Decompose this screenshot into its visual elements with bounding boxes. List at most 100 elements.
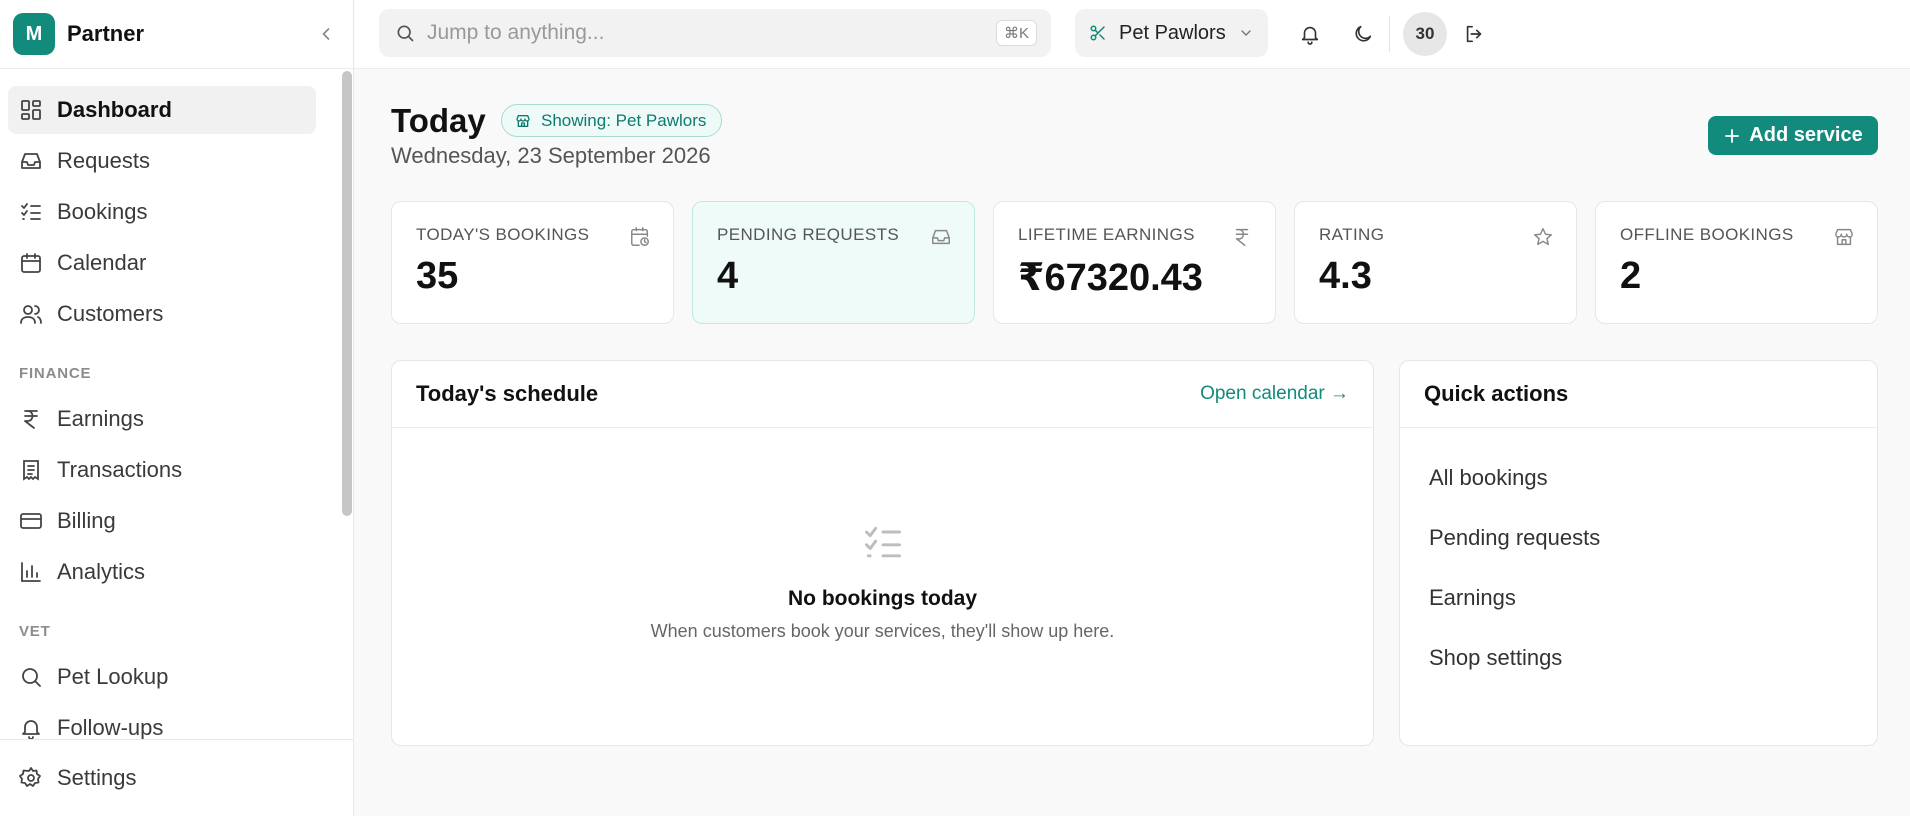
sidebar-item-pet-lookup[interactable]: Pet Lookup	[8, 653, 316, 701]
page-date: Wednesday, 23 September 2026	[391, 143, 711, 168]
stat-label: PENDING REQUESTS	[717, 225, 900, 244]
users-icon	[19, 302, 43, 326]
brand-logo[interactable]: M	[13, 13, 55, 55]
stat-card-offline-bookings[interactable]: OFFLINE BOOKINGS 2	[1595, 201, 1878, 324]
shortcut-hint: ⌘K	[995, 20, 1037, 46]
sidebar-item-label: Follow-ups	[57, 715, 164, 739]
schedule-panel-header: Today's schedule Open calendar →	[392, 361, 1373, 428]
sidebar-item-transactions[interactable]: Transactions	[8, 446, 316, 494]
sidebar-item-label: Dashboard	[57, 97, 172, 122]
quick-actions-title: Quick actions	[1424, 381, 1569, 406]
quick-actions-panel: Quick actions All bookings Pending reque…	[1399, 360, 1878, 746]
sidebar-item-label: Pet Lookup	[57, 664, 169, 689]
stat-value: 4	[717, 255, 739, 297]
sidebar-item-calendar[interactable]: Calendar	[8, 239, 316, 287]
status-badge: Showing: Pet Pawlors	[501, 104, 723, 137]
sidebar-item-label: Calendar	[57, 250, 147, 275]
schedule-title: Today's schedule	[416, 381, 599, 406]
sidebar-item-analytics[interactable]: Analytics	[8, 548, 316, 596]
chevron-left-icon	[322, 28, 330, 40]
search-icon	[395, 23, 415, 43]
receipt-icon	[19, 458, 43, 482]
quick-action-all-bookings[interactable]: All bookings	[1400, 448, 1877, 508]
checklist-icon	[861, 521, 905, 565]
sidebar: M Partner Dashboard Requests Bookings Ca…	[0, 0, 354, 816]
chevron-down-icon	[1238, 25, 1254, 41]
sidebar-item-billing[interactable]: Billing	[8, 497, 316, 545]
stat-card-rating[interactable]: RATING 4.3	[1294, 201, 1577, 324]
checklist-icon	[19, 200, 43, 224]
sidebar-item-label: Settings	[57, 765, 137, 790]
star-icon	[1532, 226, 1554, 248]
avatar[interactable]: 30	[1403, 12, 1447, 56]
sidebar-item-bookings[interactable]: Bookings	[8, 188, 316, 236]
search-input[interactable]	[427, 21, 996, 45]
brand: M Partner	[0, 0, 353, 69]
shop-selector[interactable]: Pet Pawlors	[1075, 9, 1268, 57]
shop-selector-label: Pet Pawlors	[1119, 21, 1226, 44]
sidebar-item-customers[interactable]: Customers	[8, 290, 316, 338]
bell-icon	[1301, 26, 1319, 45]
stat-card-lifetime-earnings[interactable]: LIFETIME EARNINGS ₹67320.43	[993, 201, 1276, 324]
sidebar-item-label: Requests	[57, 148, 150, 173]
empty-state-title: No bookings today	[788, 587, 977, 610]
search-bar[interactable]: ⌘K	[379, 9, 1051, 57]
topbar-divider	[1389, 16, 1390, 52]
plus-icon	[1723, 127, 1741, 145]
stat-value: 4.3	[1319, 255, 1372, 297]
sidebar-nav: Dashboard Requests Bookings Calendar Cus…	[0, 69, 340, 739]
sidebar-item-follow-ups[interactable]: Follow-ups	[8, 704, 316, 739]
logout-icon	[1466, 25, 1482, 43]
quick-actions-list: All bookings Pending requests Earnings S…	[1400, 428, 1877, 688]
sidebar-scrollbar[interactable]	[342, 71, 352, 516]
stat-label: LIFETIME EARNINGS	[1018, 225, 1195, 244]
stat-value: 35	[416, 255, 459, 297]
quick-action-pending-requests[interactable]: Pending requests	[1400, 508, 1877, 568]
scissors-icon	[1089, 24, 1107, 42]
stat-value: 2	[1620, 255, 1642, 297]
schedule-panel: Today's schedule Open calendar → No book…	[391, 360, 1374, 746]
gear-icon	[19, 766, 43, 790]
add-service-label: Add service	[1749, 124, 1863, 146]
logout-button[interactable]	[1456, 16, 1492, 52]
quick-action-shop-settings[interactable]: Shop settings	[1400, 628, 1877, 688]
calendar-icon	[19, 251, 43, 275]
empty-state-subtitle: When customers book your services, they'…	[650, 621, 1115, 641]
calendar-clock-icon	[629, 226, 651, 248]
dashboard-icon	[19, 98, 43, 122]
add-service-button[interactable]: Add service	[1708, 116, 1878, 155]
section-heading-finance: FINANCE	[19, 365, 92, 382]
sidebar-item-label: Earnings	[57, 406, 144, 431]
topbar: ⌘K Pet Pawlors 30	[355, 0, 1910, 69]
stat-card-todays-bookings[interactable]: TODAY'S BOOKINGS 35	[391, 201, 674, 324]
collapse-sidebar-button[interactable]	[312, 20, 340, 48]
quick-action-earnings[interactable]: Earnings	[1400, 568, 1877, 628]
brand-name: Partner	[67, 21, 145, 46]
open-calendar-link[interactable]: Open calendar →	[1200, 383, 1349, 405]
stat-value: ₹67320.43	[1018, 257, 1203, 299]
inbox-icon	[930, 226, 952, 248]
sidebar-item-dashboard[interactable]: Dashboard	[8, 86, 316, 134]
store-icon	[1833, 226, 1855, 248]
sidebar-item-label: Customers	[57, 301, 164, 326]
sidebar-item-requests[interactable]: Requests	[8, 137, 316, 185]
sidebar-item-label: Analytics	[57, 559, 146, 584]
rupee-icon	[1231, 226, 1253, 248]
page-title: Today	[391, 102, 486, 139]
search-icon	[19, 665, 43, 689]
bar-chart-icon	[19, 560, 43, 584]
section-heading-vet: VET	[19, 623, 51, 640]
sidebar-item-label: Bookings	[57, 199, 148, 224]
sidebar-item-label: Transactions	[57, 457, 183, 482]
theme-toggle-button[interactable]	[1345, 16, 1381, 52]
sidebar-item-earnings[interactable]: Earnings	[8, 395, 316, 443]
sidebar-item-settings[interactable]: Settings	[0, 739, 353, 816]
stat-card-pending-requests[interactable]: PENDING REQUESTS 4	[692, 201, 975, 324]
credit-card-icon	[19, 509, 43, 533]
notifications-button[interactable]	[1292, 16, 1328, 52]
stat-label: OFFLINE BOOKINGS	[1620, 225, 1794, 244]
rupee-icon	[19, 407, 43, 431]
sidebar-item-label: Billing	[57, 508, 116, 533]
empty-state: No bookings today When customers book yo…	[392, 521, 1373, 642]
moon-icon	[1355, 25, 1372, 42]
